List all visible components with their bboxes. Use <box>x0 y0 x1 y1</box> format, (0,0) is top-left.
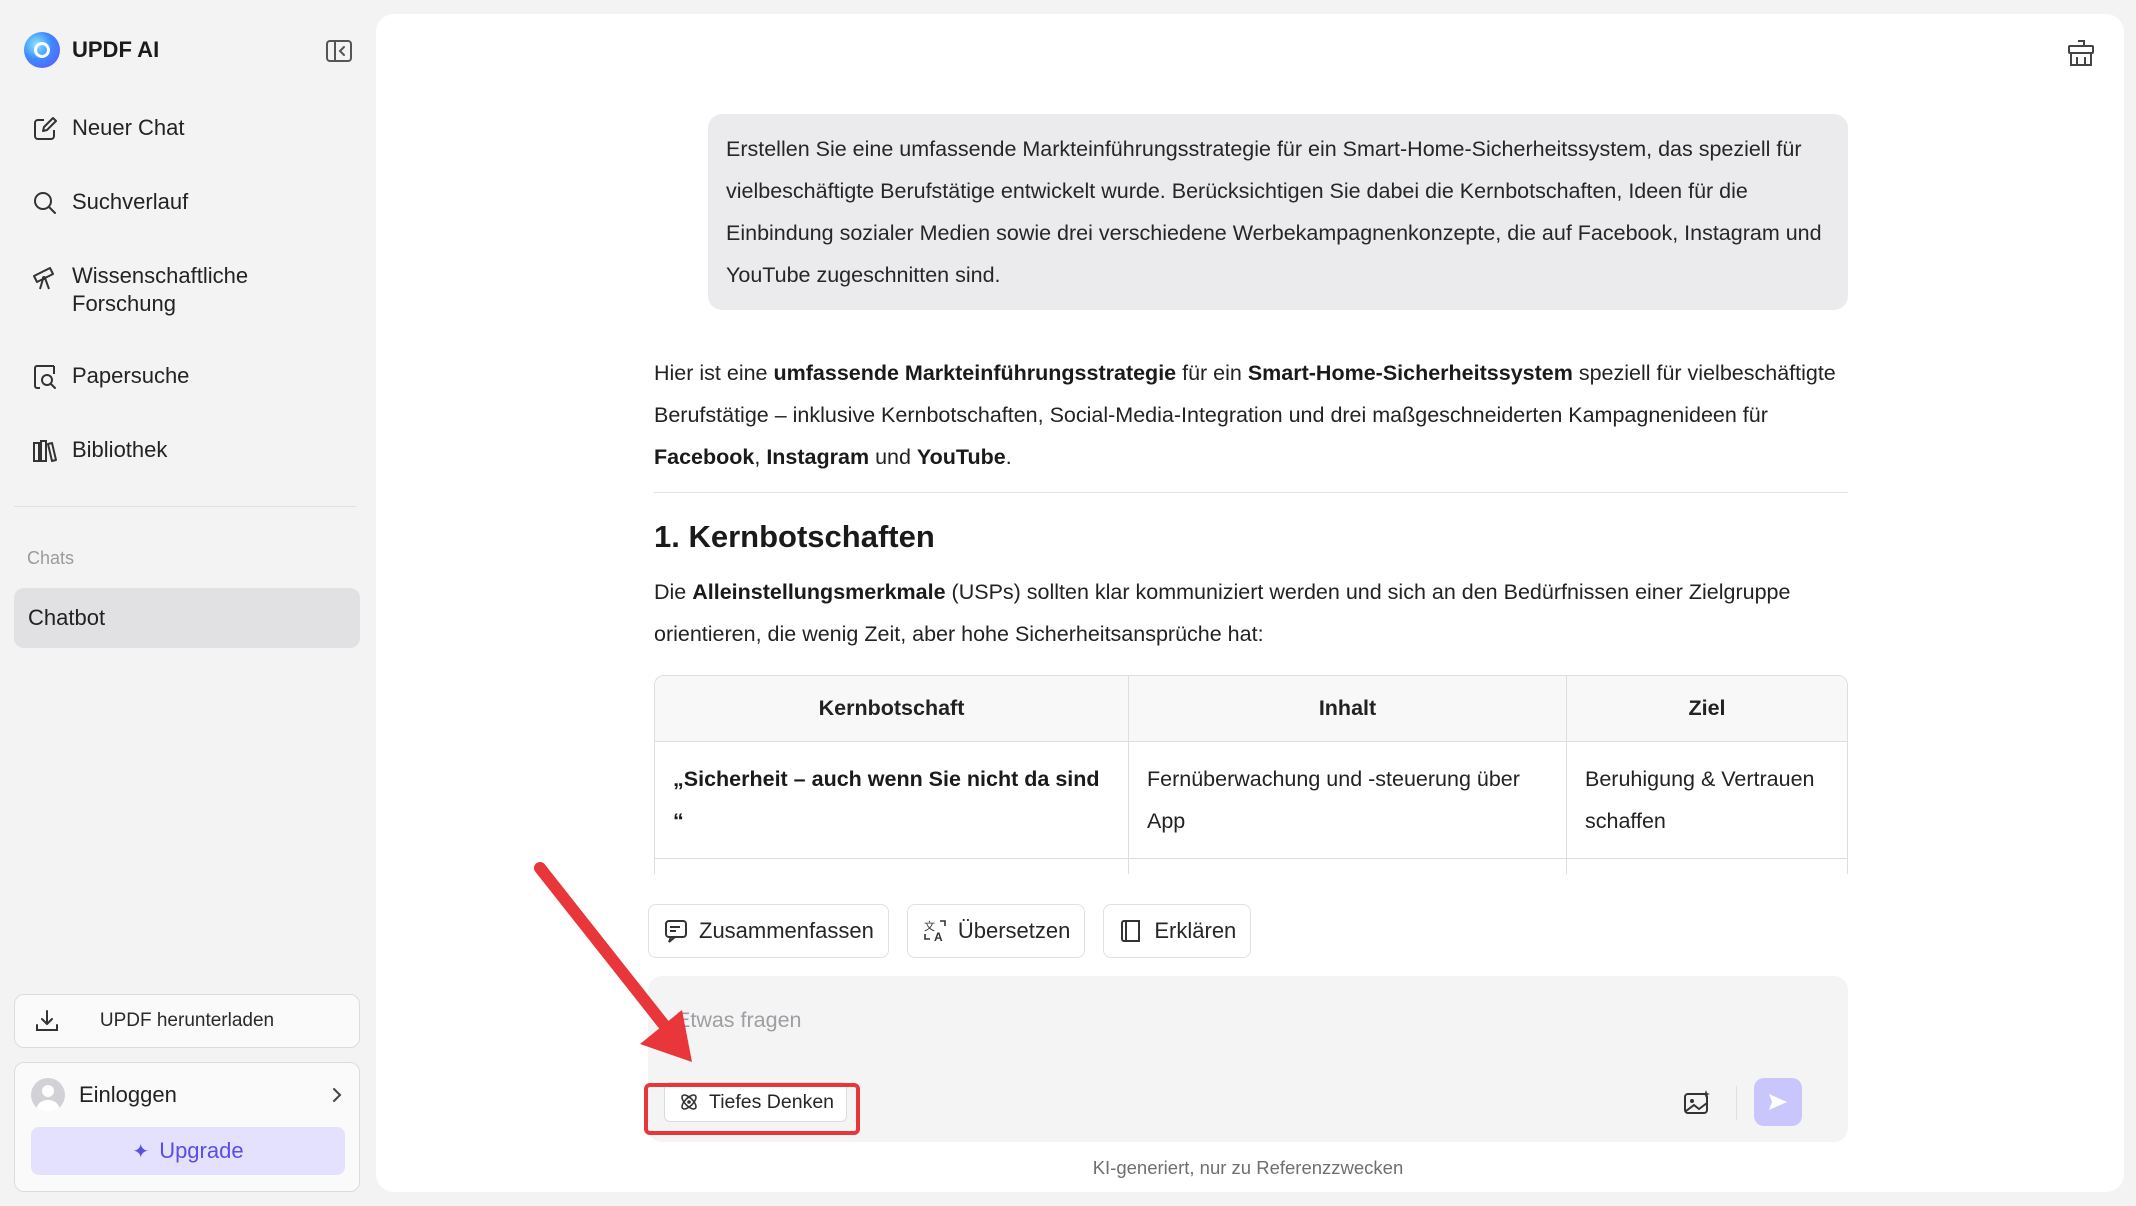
download-updf-button[interactable]: UPDF herunterladen <box>14 994 360 1048</box>
upgrade-label: Upgrade <box>159 1138 244 1163</box>
send-button[interactable] <box>1754 1078 1802 1126</box>
explain-button[interactable]: Erklären <box>1103 904 1252 958</box>
search-icon <box>34 192 56 214</box>
chat-list-item-label: Chatbot <box>28 605 106 630</box>
clear-chat-icon[interactable] <box>2064 36 2098 70</box>
table-cell: Beruhigung & Vertrauen schaffen <box>1585 767 1815 833</box>
updf-logo-icon <box>24 32 60 68</box>
table-row <box>655 858 1847 874</box>
sidebar-item-paper-search[interactable]: Papersuche <box>14 352 360 402</box>
login-button[interactable]: Einloggen <box>31 1077 347 1113</box>
summarize-label: Zusammenfassen <box>699 918 874 943</box>
chat-list-item-active[interactable]: Chatbot <box>14 588 360 648</box>
sidebar-item-label: Suchverlauf <box>72 189 189 214</box>
library-icon <box>33 440 57 462</box>
upgrade-button[interactable]: ✦ Upgrade <box>31 1127 345 1175</box>
image-ai-icon[interactable] <box>1682 1088 1712 1118</box>
section-heading: 1. Kernbotschaften <box>654 519 935 554</box>
chat-panel: Erstellen Sie eine umfassende Markteinfü… <box>376 14 2124 1192</box>
table-row: „Sicherheit – auch wenn Sie nicht da sin… <box>655 742 1847 858</box>
sidebar-divider <box>14 506 356 507</box>
quick-actions: Zusammenfassen 文 A Übersetzen Erklären <box>648 904 1269 958</box>
svg-text:A: A <box>934 930 943 944</box>
avatar <box>31 1078 65 1112</box>
sidebar-item-label: Neuer Chat <box>72 115 185 140</box>
messages-scroll-area[interactable]: Erstellen Sie eine umfassende Markteinfü… <box>376 14 2124 874</box>
translate-icon: 文 A <box>924 919 946 944</box>
book-icon <box>1121 920 1141 942</box>
composer-divider <box>1736 1086 1737 1120</box>
summarize-icon <box>665 920 687 943</box>
sidebar-item-label: Wissenschaftliche Forschung <box>72 263 249 316</box>
account-card: Einloggen ✦ Upgrade <box>14 1062 360 1192</box>
send-icon <box>1769 1094 1787 1110</box>
table-header-cell: Kernbotschaft <box>655 676 1129 742</box>
sidebar-nav: Neuer Chat Suchverlauf Wissenschaftliche… <box>14 104 360 500</box>
brand[interactable]: UPDF AI <box>24 32 159 68</box>
section-text: Die Alleinstellungsmerkmale (USPs) sollt… <box>654 580 1791 646</box>
sidebar-item-search-history[interactable]: Suchverlauf <box>14 178 360 228</box>
translate-label: Übersetzen <box>957 918 1071 943</box>
answer-intro: Hier ist eine umfassende Markteinführung… <box>654 361 1836 469</box>
table-cell: „Sicherheit – auch wenn Sie nicht da sin… <box>655 742 1129 858</box>
table-header-cell: Inhalt <box>1129 676 1567 742</box>
sparkle-icon: ✦ <box>132 1140 150 1163</box>
paper-search-icon <box>34 365 56 389</box>
sidebar: UPDF AI Neuer Chat Suchverlauf Wissensch… <box>0 0 372 1206</box>
translate-button[interactable]: 文 A Übersetzen <box>906 904 1086 958</box>
table-cell: Fernüberwachung und -steuerung über App <box>1129 742 1567 858</box>
sidebar-item-library[interactable]: Bibliothek <box>14 426 360 476</box>
user-message: Erstellen Sie eine umfassende Markteinfü… <box>708 114 1848 310</box>
chevron-right-icon <box>333 1088 342 1102</box>
download-label: UPDF herunterladen <box>99 1010 275 1031</box>
answer-divider <box>654 492 1848 493</box>
annotation-highlight-box <box>644 1083 860 1135</box>
assistant-answer: Hier ist eine umfassende Markteinführung… <box>654 352 1848 874</box>
app-name: UPDF AI <box>72 37 160 62</box>
sidebar-item-new-chat[interactable]: Neuer Chat <box>14 104 360 154</box>
login-label: Einloggen <box>79 1082 177 1107</box>
telescope-icon <box>33 267 54 290</box>
summarize-button[interactable]: Zusammenfassen <box>648 904 889 958</box>
chats-heading: Chats <box>27 548 75 568</box>
table-header-cell: Ziel <box>1567 676 1847 742</box>
new-chat-icon <box>34 117 57 140</box>
ai-disclaimer: KI-generiert, nur zu Referenzzwecken <box>1092 1157 1404 1178</box>
messaging-table: Kernbotschaft Inhalt Ziel „Sicherheit – … <box>654 675 1848 874</box>
sidebar-item-research[interactable]: Wissenschaftliche Forschung <box>14 252 360 328</box>
table-header-row: Kernbotschaft Inhalt Ziel <box>655 676 1847 742</box>
sidebar-item-label: Bibliothek <box>72 437 168 462</box>
sidebar-item-label: Papersuche <box>72 363 190 388</box>
collapse-sidebar-icon[interactable] <box>324 37 354 65</box>
chat-input[interactable] <box>676 1002 1576 1038</box>
explain-label: Erklären <box>1154 918 1237 943</box>
